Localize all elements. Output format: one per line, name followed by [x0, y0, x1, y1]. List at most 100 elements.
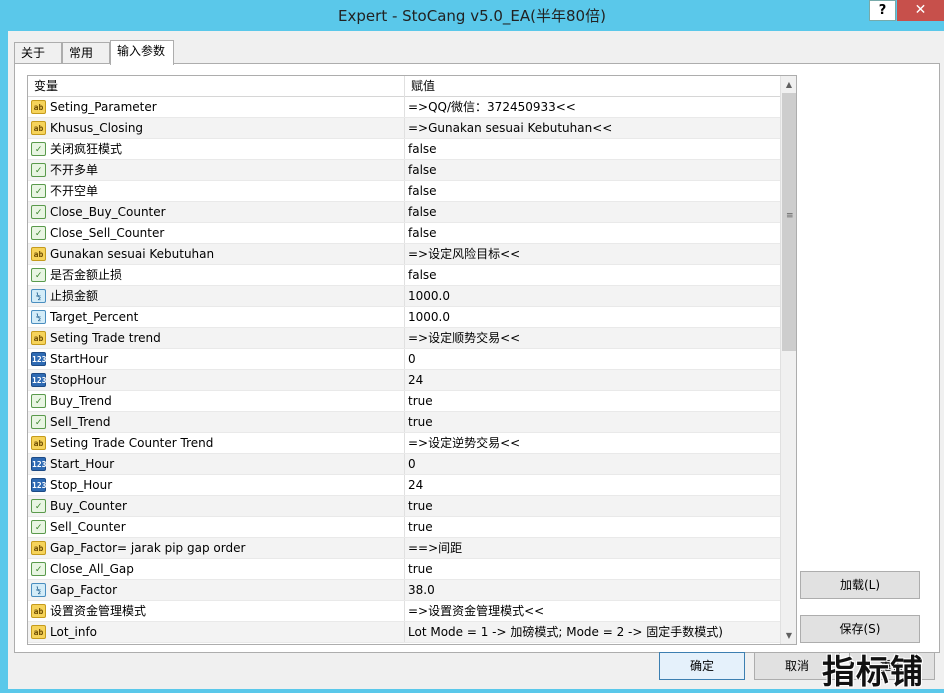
parameter-row[interactable]: ab Gunakan sesuai Kebutuhan =>设定风险目标<< [28, 244, 780, 265]
parameter-name-cell[interactable]: ✓ 不开多单 [28, 160, 404, 180]
parameter-name-cell[interactable]: ✓ Sell_Counter [28, 517, 404, 537]
parameter-row[interactable]: 123 Stop_Hour 24 [28, 475, 780, 496]
load-button[interactable]: 加载(L) [800, 571, 920, 599]
parameter-row[interactable]: ab Khusus_Closing =>Gunakan sesuai Kebutuh… [28, 118, 780, 139]
parameter-row[interactable]: ab Seting Trade Counter Trend =>设定逆势交易<< [28, 433, 780, 454]
parameter-name-cell[interactable]: ✓ 关闭疯狂模式 [28, 139, 404, 159]
parameter-value-cell[interactable]: true [404, 517, 780, 537]
scroll-down-arrow-icon[interactable]: ▼ [781, 627, 796, 644]
parameter-row[interactable]: ½ Target_Percent 1000.0 [28, 307, 780, 328]
parameter-row[interactable]: ab Gap_Factor= jarak pip gap order ==>间距 [28, 538, 780, 559]
parameter-value-cell[interactable]: false [404, 160, 780, 180]
parameter-name-cell[interactable]: ab Seting Trade Counter Trend [28, 433, 404, 453]
help-button[interactable]: ? [869, 0, 896, 21]
parameter-row[interactable]: ab 设置资金管理模式 =>设置资金管理模式<< [28, 601, 780, 622]
parameter-value-cell[interactable]: 24 [404, 370, 780, 390]
parameter-row[interactable]: ab Seting Trade trend =>设定顺势交易<< [28, 328, 780, 349]
parameter-row[interactable]: ✓ Close_Buy_Counter false [28, 202, 780, 223]
tab-about[interactable]: 关于 [14, 42, 62, 64]
parameter-row[interactable]: ✓ 不开空单 false [28, 181, 780, 202]
parameter-name-cell[interactable]: 123 Stop_Hour [28, 475, 404, 495]
parameter-value-cell[interactable]: false [404, 223, 780, 243]
vertical-scrollbar[interactable]: ▲ ≡ ▼ [780, 76, 796, 644]
column-header-value[interactable]: 赋值 [405, 76, 780, 97]
parameter-row[interactable]: ✓ Sell_Trend true [28, 412, 780, 433]
parameter-row[interactable]: ½ 止损金额 1000.0 [28, 286, 780, 307]
parameter-value-cell[interactable]: =>设定风险目标<< [404, 244, 780, 264]
parameter-row[interactable]: ✓ Buy_Counter true [28, 496, 780, 517]
parameter-value-cell[interactable]: =>设定顺势交易<< [404, 328, 780, 348]
bool-type-icon: ✓ [31, 226, 46, 240]
parameter-value-cell[interactable]: =>Gunakan sesuai Kebutuhan<< [404, 118, 780, 138]
parameter-name-cell[interactable]: ab Seting Trade trend [28, 328, 404, 348]
parameter-value-cell[interactable]: 24 [404, 475, 780, 495]
parameter-value-cell[interactable]: false [404, 139, 780, 159]
int-type-icon: 123 [31, 457, 46, 471]
parameter-value-cell[interactable]: 38.0 [404, 580, 780, 600]
parameter-value-cell[interactable]: =>设置资金管理模式<< [404, 601, 780, 621]
parameter-name-cell[interactable]: ½ 止损金额 [28, 286, 404, 306]
parameter-name: Gap_Factor [50, 583, 118, 597]
parameter-value-cell[interactable]: true [404, 496, 780, 516]
parameter-name-cell[interactable]: ✓ 不开空单 [28, 181, 404, 201]
parameter-row[interactable]: ½ Gap_Factor 38.0 [28, 580, 780, 601]
parameter-value-cell[interactable]: =>QQ/微信：372450933<< [404, 97, 780, 117]
parameter-row[interactable]: 123 StopHour 24 [28, 370, 780, 391]
parameter-row[interactable]: ab Lot_info Lot Mode = 1 -> 加磅模式; Mode = 2… [28, 622, 780, 643]
parameter-row[interactable]: 123 Start_Hour 0 [28, 454, 780, 475]
parameter-value-cell[interactable]: ==>间距 [404, 538, 780, 558]
parameter-value-cell[interactable]: false [404, 265, 780, 285]
parameter-value-cell[interactable]: true [404, 412, 780, 432]
parameter-name-cell[interactable]: ab Seting_Parameter [28, 97, 404, 117]
parameter-name-cell[interactable]: ✓ Close_Sell_Counter [28, 223, 404, 243]
int-type-icon: 123 [31, 478, 46, 492]
parameter-name-cell[interactable]: ab 设置资金管理模式 [28, 601, 404, 621]
tab-common[interactable]: 常用 [62, 42, 110, 64]
parameter-name-cell[interactable]: ✓ Close_Buy_Counter [28, 202, 404, 222]
parameter-value-cell[interactable]: false [404, 202, 780, 222]
parameter-name-cell[interactable]: ½ Target_Percent [28, 307, 404, 327]
scrollbar-thumb[interactable]: ≡ [782, 93, 796, 351]
parameter-value-cell[interactable]: 0 [404, 349, 780, 369]
parameter-name-cell[interactable]: ab Lot_info [28, 622, 404, 642]
parameter-name-cell[interactable]: 123 StartHour [28, 349, 404, 369]
parameter-value-cell[interactable]: 1000.0 [404, 286, 780, 306]
parameter-value-cell[interactable]: true [404, 391, 780, 411]
parameter-value-cell[interactable]: =>设定逆势交易<< [404, 433, 780, 453]
parameter-row[interactable]: ✓ 关闭疯狂模式 false [28, 139, 780, 160]
parameter-value-cell[interactable]: 1000.0 [404, 307, 780, 327]
parameter-row[interactable]: ✓ Close_Sell_Counter false [28, 223, 780, 244]
parameter-name-cell[interactable]: ab Gap_Factor= jarak pip gap order [28, 538, 404, 558]
parameter-name-cell[interactable]: ab Gunakan sesuai Kebutuhan [28, 244, 404, 264]
parameter-name-cell[interactable]: 123 StopHour [28, 370, 404, 390]
tab-inputs[interactable]: 输入参数 [110, 40, 174, 65]
scroll-up-arrow-icon[interactable]: ▲ [781, 76, 796, 93]
parameter-name-cell[interactable]: ✓ Sell_Trend [28, 412, 404, 432]
parameter-name: 关闭疯狂模式 [50, 142, 123, 156]
parameter-row[interactable]: ✓ 是否金额止损 false [28, 265, 780, 286]
parameter-name-cell[interactable]: ✓ 是否金额止损 [28, 265, 404, 285]
string-type-icon: ab [31, 247, 46, 261]
parameter-value-cell[interactable]: Lot Mode = 1 -> 加磅模式; Mode = 2 -> 固定手数模式… [404, 622, 780, 642]
parameter-row[interactable]: ✓ Close_All_Gap true [28, 559, 780, 580]
close-button[interactable]: ✕ [897, 0, 944, 21]
column-header-variable[interactable]: 变量 [28, 76, 404, 97]
parameter-value-cell[interactable]: true [404, 559, 780, 579]
parameter-row[interactable]: 123 StartHour 0 [28, 349, 780, 370]
save-button[interactable]: 保存(S) [800, 615, 920, 643]
parameter-row[interactable]: ✓ Buy_Trend true [28, 391, 780, 412]
parameter-value-cell[interactable]: 0 [404, 454, 780, 474]
parameter-row[interactable]: ab Seting_Parameter =>QQ/微信：372450933<< [28, 97, 780, 118]
parameter-name-cell[interactable]: ½ Gap_Factor [28, 580, 404, 600]
ok-button[interactable]: 确定 [659, 652, 745, 680]
parameter-value-cell[interactable]: false [404, 181, 780, 201]
parameter-row[interactable]: ✓ 不开多单 false [28, 160, 780, 181]
parameter-name-cell[interactable]: 123 Start_Hour [28, 454, 404, 474]
parameter-name-cell[interactable]: ✓ Buy_Trend [28, 391, 404, 411]
parameters-grid: 变量 赋值 ab Seting_Parameter =>QQ/微信：37245093… [27, 75, 797, 645]
parameter-name-cell[interactable]: ab Khusus_Closing [28, 118, 404, 138]
parameter-name-cell[interactable]: ✓ Close_All_Gap [28, 559, 404, 579]
parameter-name-cell[interactable]: ✓ Buy_Counter [28, 496, 404, 516]
title-bar[interactable]: Expert - StoCang v5.0_EA(半年80倍) ? ✕ [0, 0, 944, 30]
parameter-row[interactable]: ✓ Sell_Counter true [28, 517, 780, 538]
